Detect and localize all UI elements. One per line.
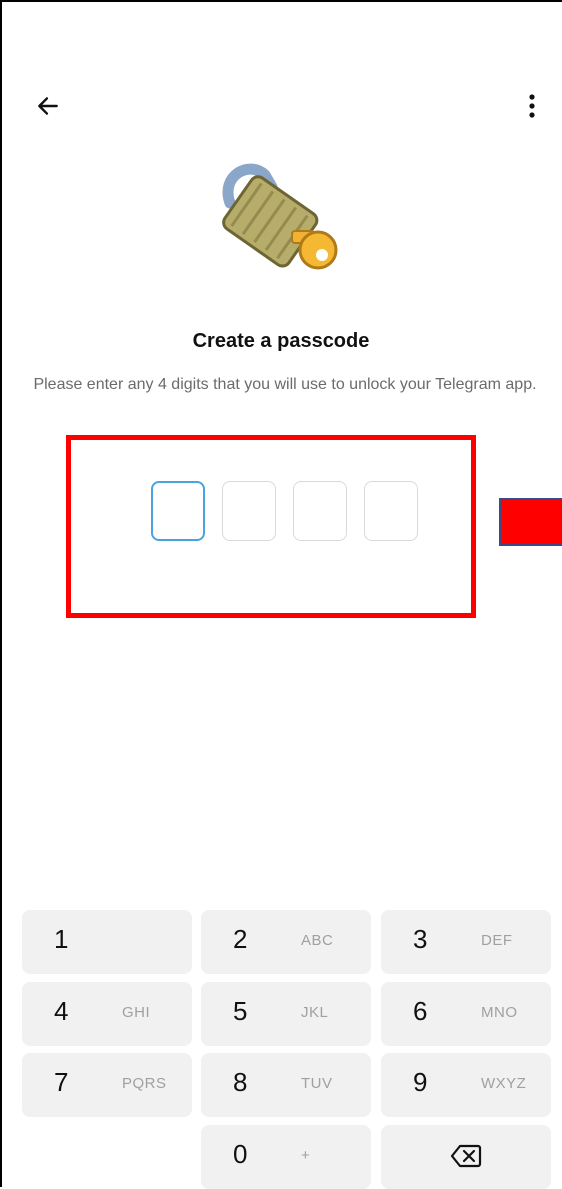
key-letters: WXYZ: [481, 1075, 527, 1092]
key-1[interactable]: 1: [22, 910, 192, 974]
key-8[interactable]: 8 TUV: [201, 1053, 371, 1117]
arrow-left-icon: [38, 97, 58, 115]
key-4[interactable]: 4 GHI: [22, 982, 192, 1046]
key-letters: +: [301, 1147, 311, 1164]
key-digit: 0: [233, 1139, 248, 1169]
key-letters: GHI: [122, 1004, 151, 1021]
key-6[interactable]: 6 MNO: [381, 982, 551, 1046]
key-digit: 6: [413, 996, 428, 1026]
lock-with-key-icon: [222, 163, 338, 270]
passcode-digit-3[interactable]: [293, 481, 347, 541]
page-subtitle: Please enter any 4 digits that you will …: [33, 376, 537, 393]
key-digit: 2: [233, 924, 248, 954]
backspace-icon: [450, 1144, 482, 1168]
key-9[interactable]: 9 WXYZ: [381, 1053, 551, 1117]
passcode-digit-4[interactable]: [364, 481, 418, 541]
key-letters: ABC: [301, 932, 334, 949]
backspace-key[interactable]: [381, 1125, 551, 1189]
key-3[interactable]: 3 DEF: [381, 910, 551, 974]
key-digit: 1: [54, 924, 69, 954]
key-0[interactable]: 0 +: [201, 1125, 371, 1189]
key-letters: MNO: [481, 1004, 518, 1021]
key-digit: 3: [413, 924, 428, 954]
passcode-digit-1[interactable]: [151, 481, 205, 541]
key-digit: 5: [233, 996, 248, 1026]
page-title: Create a passcode: [192, 330, 370, 352]
passcode-input[interactable]: [151, 481, 418, 541]
more-vertical-icon: [529, 94, 535, 118]
key-digit: 9: [413, 1067, 428, 1097]
back-button[interactable]: [30, 88, 66, 124]
more-options-button[interactable]: [514, 88, 550, 124]
key-letters: JKL: [301, 1004, 329, 1021]
key-letters: DEF: [481, 932, 513, 949]
key-digit: 4: [54, 996, 69, 1026]
red-marker: [499, 498, 562, 546]
key-letters: TUV: [301, 1075, 333, 1092]
key-digit: 8: [233, 1067, 248, 1097]
key-digit: 7: [54, 1067, 69, 1097]
key-5[interactable]: 5 JKL: [201, 982, 371, 1046]
key-2[interactable]: 2 ABC: [201, 910, 371, 974]
key-7[interactable]: 7 PQRS: [22, 1053, 192, 1117]
key-letters: PQRS: [122, 1075, 167, 1092]
passcode-digit-2[interactable]: [222, 481, 276, 541]
